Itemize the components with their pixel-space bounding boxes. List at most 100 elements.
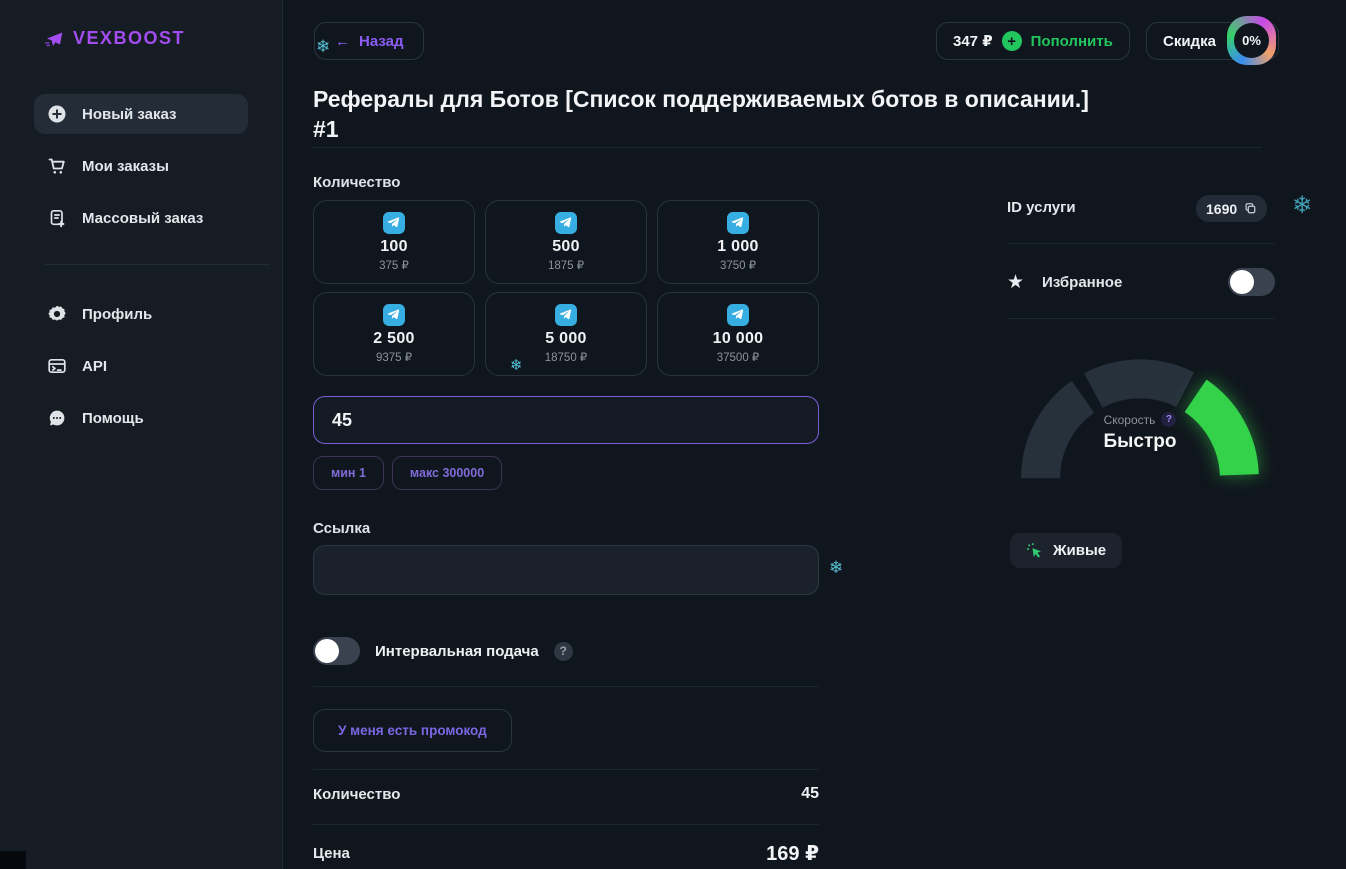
title-divider [313, 147, 1262, 148]
topup-label: Пополнить [1031, 33, 1113, 50]
speed-readout: Скорость ? Быстро [1040, 412, 1240, 453]
package-card-2500[interactable]: 2 500 9375 ₽ [313, 292, 475, 376]
interval-toggle-row: Интервальная подача ? [313, 637, 573, 665]
sidebar-divider [45, 264, 270, 265]
interval-help-icon[interactable]: ? [554, 642, 573, 661]
paper-plane-logo-icon [44, 29, 64, 49]
telegram-icon [383, 304, 405, 326]
package-price: 1875 ₽ [548, 258, 584, 272]
package-price: 18750 ₽ [545, 350, 588, 364]
section-divider [313, 769, 819, 770]
package-price: 375 ₽ [379, 258, 409, 272]
copy-icon[interactable] [1244, 202, 1257, 215]
balance-topup-button[interactable]: 347 ₽ + Пополнить [936, 22, 1130, 60]
telegram-icon [727, 212, 749, 234]
package-card-100[interactable]: 100 375 ₽ [313, 200, 475, 284]
sidebar-item-new-order[interactable]: Новый заказ [34, 94, 248, 134]
chat-bubble-icon [47, 408, 67, 428]
package-card-1000[interactable]: 1 000 3750 ₽ [657, 200, 819, 284]
speed-value: Быстро [1040, 431, 1240, 453]
summary-quantity-label: Количество [313, 786, 400, 803]
page-title: Рефералы для Ботов [Список поддерживаемы… [313, 84, 1273, 144]
summary-quantity-value: 45 [801, 785, 819, 803]
telegram-icon [555, 304, 577, 326]
package-price: 9375 ₽ [376, 350, 412, 364]
package-price: 37500 ₽ [717, 350, 760, 364]
section-divider [313, 824, 819, 825]
gear-icon [47, 304, 67, 324]
quantity-input-wrap [313, 396, 819, 444]
snowflake-icon: ❄ [1292, 194, 1312, 218]
cart-icon [47, 156, 67, 176]
quantity-input[interactable] [314, 397, 818, 443]
plus-circle-icon [47, 104, 67, 124]
live-quality-badge: Живые [1010, 533, 1122, 568]
sidebar-item-bulk-order[interactable]: Массовый заказ [34, 198, 248, 238]
telegram-icon [383, 212, 405, 234]
service-id-value: 1690 [1206, 201, 1237, 217]
summary-price-value: 169 ₽ [766, 841, 819, 866]
terminal-icon [47, 356, 67, 376]
link-section-label: Ссылка [313, 520, 370, 537]
package-qty: 10 000 [713, 330, 764, 348]
star-icon: ★ [1007, 273, 1024, 292]
package-qty: 5 000 [545, 330, 587, 348]
sidebar-item-profile[interactable]: Профиль [34, 294, 248, 334]
topup-plus-icon: + [1002, 31, 1022, 51]
quantity-packages: 100 375 ₽ 500 1875 ₽ 1 000 3750 ₽ 2 500 … [313, 200, 819, 376]
discount-label: Скидка [1163, 33, 1216, 50]
telegram-icon [727, 304, 749, 326]
sidebar-item-help[interactable]: Помощь [34, 398, 248, 438]
speed-help-icon[interactable]: ? [1161, 412, 1176, 427]
package-card-10000[interactable]: 10 000 37500 ₽ [657, 292, 819, 376]
sidebar-item-api[interactable]: API [34, 346, 248, 386]
panel-divider [1007, 243, 1275, 244]
brand-logo: VEXBOOST [44, 28, 185, 49]
package-qty: 2 500 [373, 330, 415, 348]
package-qty: 1 000 [717, 238, 759, 256]
sidebar: VEXBOOST Новый заказ Мои заказы Массовый… [0, 0, 283, 869]
app-window: VEXBOOST Новый заказ Мои заказы Массовый… [0, 0, 1346, 869]
package-card-500[interactable]: 500 1875 ₽ [485, 200, 647, 284]
sidebar-item-label: Массовый заказ [82, 210, 203, 227]
link-input[interactable] [314, 546, 818, 594]
section-divider [313, 686, 819, 687]
toggle-knob [315, 639, 339, 663]
summary-price-row: Цена 169 ₽ [313, 841, 819, 866]
favorite-label: Избранное [1042, 274, 1122, 291]
interval-toggle[interactable] [313, 637, 360, 665]
favorite-toggle[interactable] [1228, 268, 1275, 296]
min-badge: мин 1 [313, 456, 384, 490]
package-qty: 500 [552, 238, 580, 256]
sidebar-item-label: Профиль [82, 306, 152, 323]
package-price: 3750 ₽ [720, 258, 756, 272]
snowflake-icon: ❄ [316, 38, 330, 55]
bulk-order-icon [47, 208, 67, 228]
corner-widget-fragment [0, 851, 26, 869]
back-button-label: Назад [359, 33, 403, 50]
interval-label: Интервальная подача [375, 643, 539, 660]
telegram-icon [555, 212, 577, 234]
toggle-knob [1230, 270, 1254, 294]
sidebar-item-label: Мои заказы [82, 158, 169, 175]
sidebar-item-label: Помощь [82, 410, 144, 427]
back-button[interactable]: ← Назад [314, 22, 424, 60]
service-id-pill[interactable]: 1690 [1196, 195, 1267, 222]
sidebar-item-label: API [82, 358, 107, 375]
sidebar-item-label: Новый заказ [82, 106, 177, 123]
promo-code-button[interactable]: У меня есть промокод [313, 709, 512, 752]
link-input-wrap [313, 545, 819, 595]
snowflake-icon: ❄ [510, 358, 523, 373]
summary-quantity-row: Количество 45 [313, 785, 819, 803]
package-qty: 100 [380, 238, 408, 256]
max-badge: макс 300000 [392, 456, 502, 490]
favorite-row: ★ Избранное [1007, 268, 1275, 296]
discount-badge: 0% [1227, 16, 1276, 65]
live-badge-label: Живые [1053, 542, 1106, 559]
summary-price-label: Цена [313, 845, 350, 862]
limits-row: мин 1 макс 300000 [313, 456, 502, 490]
back-arrow-icon: ← [335, 33, 350, 50]
brand-name: VEXBOOST [73, 28, 185, 49]
discount-value: 0% [1234, 23, 1269, 58]
sidebar-item-my-orders[interactable]: Мои заказы [34, 146, 248, 186]
